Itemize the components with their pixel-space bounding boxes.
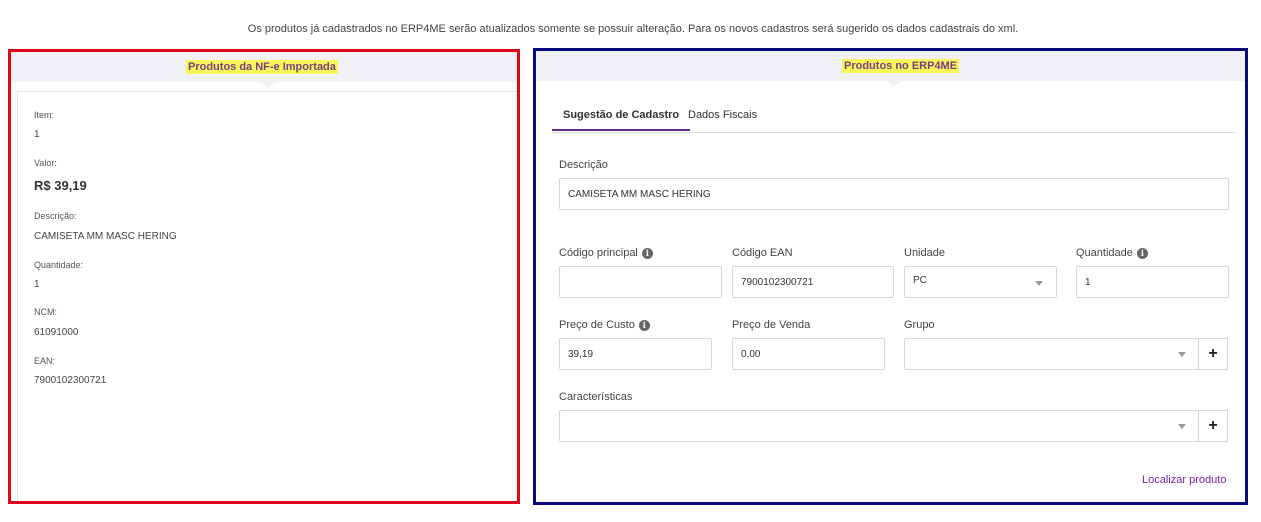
ncm-value: 61091000 <box>34 327 79 338</box>
unidade-label: Unidade <box>904 247 945 259</box>
header-caret <box>886 80 902 87</box>
ean-value: 7900102300721 <box>34 375 107 386</box>
quantidade-input[interactable]: 1 <box>1076 266 1229 298</box>
valor-label: Valor: <box>34 158 57 168</box>
codigo-principal-input[interactable] <box>559 266 722 298</box>
preco-venda-input[interactable]: 0,00 <box>732 338 885 370</box>
preco-venda-label: Preço de Venda <box>732 319 811 331</box>
codigo-principal-label: Código principal i <box>559 247 653 259</box>
preco-custo-label: Preço de Custo i <box>559 319 650 331</box>
quantidade-label: Quantidade i <box>1076 247 1148 259</box>
descricao-label: Descrição: <box>34 211 77 221</box>
unidade-selected-value: PC <box>913 275 927 286</box>
erp-panel-title: Produtos no ERP4ME <box>842 59 960 73</box>
descricao-input[interactable]: CAMISETA MM MASC HERING <box>559 178 1229 210</box>
info-icon[interactable]: i <box>1136 247 1148 259</box>
nfe-panel-header: Produtos da NF-e Importada <box>11 52 517 82</box>
descricao-value: CAMISETA MM MASC HERING <box>34 231 177 242</box>
nfe-products-panel: Produtos da NF-e Importada Item: 1 Valor… <box>8 49 520 504</box>
chevron-down-icon[interactable] <box>1178 352 1186 357</box>
grupo-label: Grupo <box>904 319 935 331</box>
add-caracteristica-button[interactable]: + <box>1198 410 1228 442</box>
ean-label: EAN: <box>34 356 56 366</box>
caracteristicas-select[interactable] <box>559 410 1199 442</box>
codigo-ean-label: Código EAN <box>732 247 793 259</box>
tab-dados-fiscais[interactable]: Dados Fiscais <box>688 109 757 129</box>
quantidade-value: 1 <box>34 279 40 290</box>
erp-products-panel: Produtos no ERP4ME Sugestão de Cadastro … <box>533 48 1248 505</box>
nfe-panel-title: Produtos da NF-e Importada <box>186 60 338 74</box>
grupo-select[interactable] <box>904 338 1199 370</box>
nfe-product-card: Item: 1 Valor: R$ 39,19 Descrição: CAMIS… <box>17 91 517 501</box>
ncm-label: NCM: <box>34 307 57 317</box>
codigo-ean-input[interactable]: 7900102300721 <box>732 266 894 298</box>
chevron-down-icon[interactable] <box>1178 424 1186 429</box>
tab-sugestao-cadastro[interactable]: Sugestão de Cadastro <box>552 109 691 131</box>
quantidade-label: Quantidade: <box>34 260 84 270</box>
caracteristicas-label: Características <box>559 391 633 403</box>
preco-custo-input[interactable]: 39,19 <box>559 338 712 370</box>
tab-bar: Sugestão de Cadastro Dados Fiscais <box>552 103 1235 133</box>
descricao-label: Descrição <box>559 159 608 171</box>
item-label: Item: <box>34 110 55 120</box>
localizar-produto-link[interactable]: Localizar produto <box>1142 474 1226 486</box>
info-icon[interactable]: i <box>638 319 650 331</box>
import-notice: Os produtos já cadastrados no ERP4ME ser… <box>247 23 1019 35</box>
add-grupo-button[interactable]: + <box>1198 338 1228 370</box>
erp-panel-header: Produtos no ERP4ME <box>536 51 1245 81</box>
valor-value: R$ 39,19 <box>34 178 87 193</box>
header-caret <box>260 81 276 88</box>
chevron-down-icon[interactable] <box>1035 281 1043 286</box>
info-icon[interactable]: i <box>641 247 653 259</box>
item-value: 1 <box>34 129 40 140</box>
